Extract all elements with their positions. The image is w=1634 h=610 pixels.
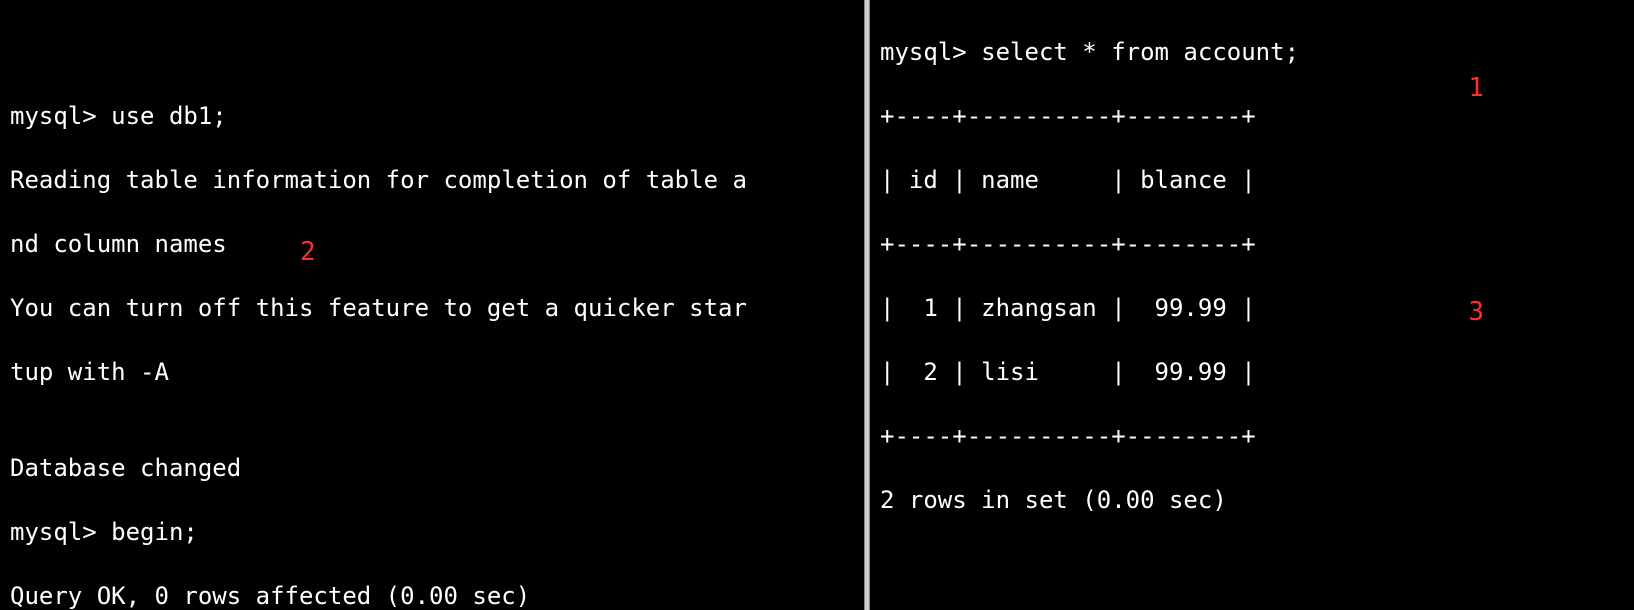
terminal-split-container: mysql> use db1; Reading table informatio… [0,0,1634,610]
mysql-select-command: mysql> select * from account; [880,36,1624,68]
table-border: +----+----------+--------+ [880,228,1624,260]
output-line: tup with -A [10,356,854,388]
output-line: Database changed [10,452,854,484]
terminal-pane-right[interactable]: mysql> select * from account; +----+----… [870,0,1634,610]
output-line: Query OK, 0 rows affected (0.00 sec) [10,580,854,610]
table-border: +----+----------+--------+ [880,100,1624,132]
table-header: | id | name | blance | [880,164,1624,196]
table-row: | 2 | lisi | 99.99 | [880,356,1624,388]
output-line: Reading table information for completion… [10,164,854,196]
blank-line [10,36,854,68]
blank-line [880,548,1624,580]
output-line: You can turn off this feature to get a q… [10,292,854,324]
terminal-pane-left[interactable]: mysql> use db1; Reading table informatio… [0,0,864,610]
table-border: +----+----------+--------+ [880,420,1624,452]
table-row: | 1 | zhangsan | 99.99 | [880,292,1624,324]
mysql-use-command: mysql> use db1; [10,100,854,132]
query-status: 2 rows in set (0.00 sec) [880,484,1624,516]
output-line: nd column names [10,228,854,260]
mysql-begin-command: mysql> begin; [10,516,854,548]
annotation-1: 1 [1468,72,1484,104]
annotation-3: 3 [1468,296,1484,328]
annotation-2: 2 [300,236,316,268]
